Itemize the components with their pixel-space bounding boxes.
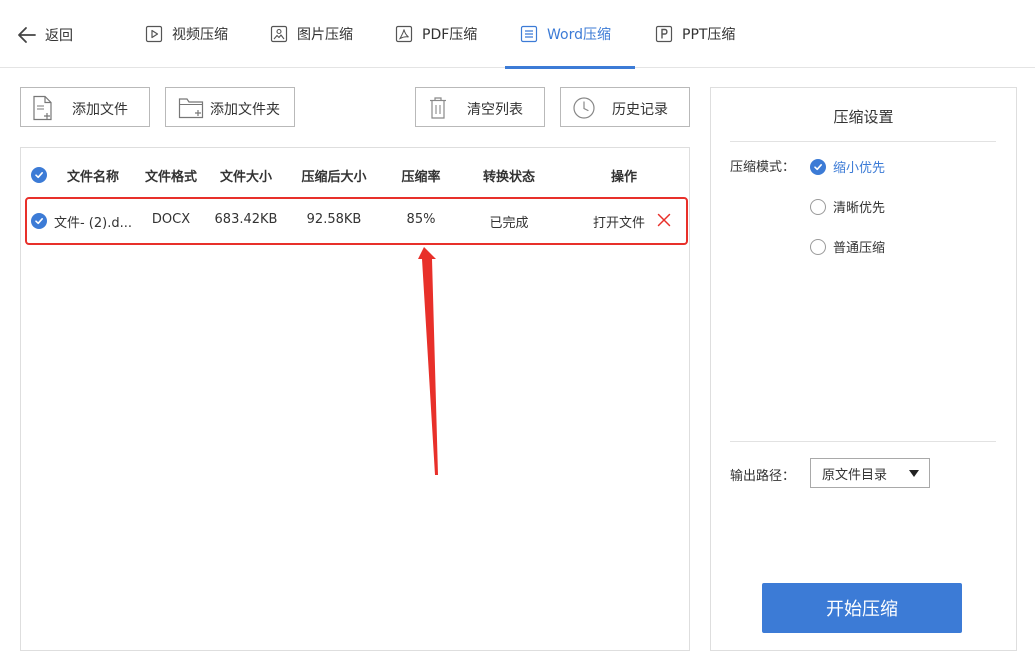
annotation-arrow-icon bbox=[418, 247, 438, 475]
output-path-select[interactable]: 原文件目录 bbox=[810, 458, 930, 488]
output-path-value: 原文件目录 bbox=[822, 467, 888, 483]
add-folder-button[interactable]: 添加文件夹 bbox=[165, 87, 295, 127]
tab-word-compress[interactable]: Word压缩 bbox=[505, 0, 635, 69]
tab-label: PPT压缩 bbox=[682, 27, 736, 43]
clock-icon bbox=[573, 97, 595, 119]
radio-unchecked-icon bbox=[810, 198, 826, 215]
file-list-panel: 文件名称 文件格式 文件大小 压缩后大小 压缩率 转换状态 操作 文件- (2)… bbox=[20, 147, 690, 651]
compression-settings-panel: 压缩设置 压缩模式： 缩小优先 清晰优先 普通压缩 输出路径： 原文件目录 开始… bbox=[710, 87, 1017, 651]
caret-down-icon bbox=[909, 470, 919, 477]
divider bbox=[730, 441, 996, 442]
header-status: 转换状态 bbox=[482, 170, 536, 185]
mode-clarity-priority-radio[interactable]: 清晰优先 bbox=[810, 197, 885, 216]
start-compress-label: 开始压缩 bbox=[826, 599, 898, 620]
add-folder-label: 添加文件夹 bbox=[210, 102, 280, 118]
radio-label: 普通压缩 bbox=[833, 241, 886, 256]
mode-normal-compress-radio[interactable]: 普通压缩 bbox=[810, 237, 885, 256]
add-file-button[interactable]: 添加文件 bbox=[20, 87, 150, 127]
tab-ppt-compress[interactable]: PPT压缩 bbox=[655, 0, 735, 68]
tab-label: Word压缩 bbox=[547, 27, 611, 43]
back-label: 返回 bbox=[45, 28, 73, 44]
radio-label: 缩小优先 bbox=[833, 161, 886, 176]
history-label: 历史记录 bbox=[612, 102, 668, 118]
ppt-icon bbox=[655, 25, 673, 43]
select-all-checkbox[interactable] bbox=[31, 167, 47, 183]
tab-label: 图片压缩 bbox=[297, 27, 353, 43]
check-icon bbox=[35, 172, 43, 179]
header-file-size: 文件大小 bbox=[219, 170, 273, 185]
tab-pdf-compress[interactable]: PDF压缩 bbox=[395, 0, 477, 68]
clear-list-label: 清空列表 bbox=[467, 102, 523, 118]
radio-unchecked-icon bbox=[810, 238, 826, 255]
top-nav-bar: 返回 视频压缩 图片压缩 PDF压缩 Word压缩 PPT压缩 bbox=[0, 0, 1035, 69]
divider bbox=[730, 141, 996, 142]
tab-image-compress[interactable]: 图片压缩 bbox=[270, 0, 353, 68]
settings-title: 压缩设置 bbox=[833, 108, 894, 126]
header-compressed-size: 压缩后大小 bbox=[301, 170, 367, 185]
tab-video-compress[interactable]: 视频压缩 bbox=[145, 0, 228, 68]
add-file-label: 添加文件 bbox=[72, 102, 128, 118]
tab-label: PDF压缩 bbox=[422, 27, 478, 43]
compression-mode-label: 压缩模式： bbox=[730, 160, 796, 175]
add-folder-icon bbox=[178, 98, 204, 119]
radio-checked-icon bbox=[810, 158, 826, 175]
header-file-name: 文件名称 bbox=[66, 170, 120, 185]
header-file-format: 文件格式 bbox=[144, 170, 198, 185]
pdf-icon bbox=[395, 25, 413, 43]
add-file-icon bbox=[33, 95, 52, 121]
start-compress-button[interactable]: 开始压缩 bbox=[762, 583, 962, 633]
word-icon bbox=[520, 25, 538, 43]
clear-list-button[interactable]: 清空列表 bbox=[415, 87, 545, 127]
header-actions: 操作 bbox=[610, 170, 638, 185]
history-button[interactable]: 历史记录 bbox=[560, 87, 690, 127]
image-icon bbox=[270, 25, 288, 43]
header-compression-ratio: 压缩率 bbox=[401, 170, 441, 185]
back-button[interactable]: 返回 bbox=[16, 22, 73, 48]
tab-label: 视频压缩 bbox=[172, 27, 228, 43]
row-highlight-box bbox=[25, 197, 688, 245]
mode-size-priority-radio[interactable]: 缩小优先 bbox=[810, 157, 885, 176]
video-icon bbox=[145, 25, 163, 43]
arrow-left-icon bbox=[18, 27, 36, 43]
radio-label: 清晰优先 bbox=[833, 201, 886, 216]
trash-icon bbox=[430, 97, 446, 119]
output-path-label: 输出路径： bbox=[730, 469, 796, 484]
